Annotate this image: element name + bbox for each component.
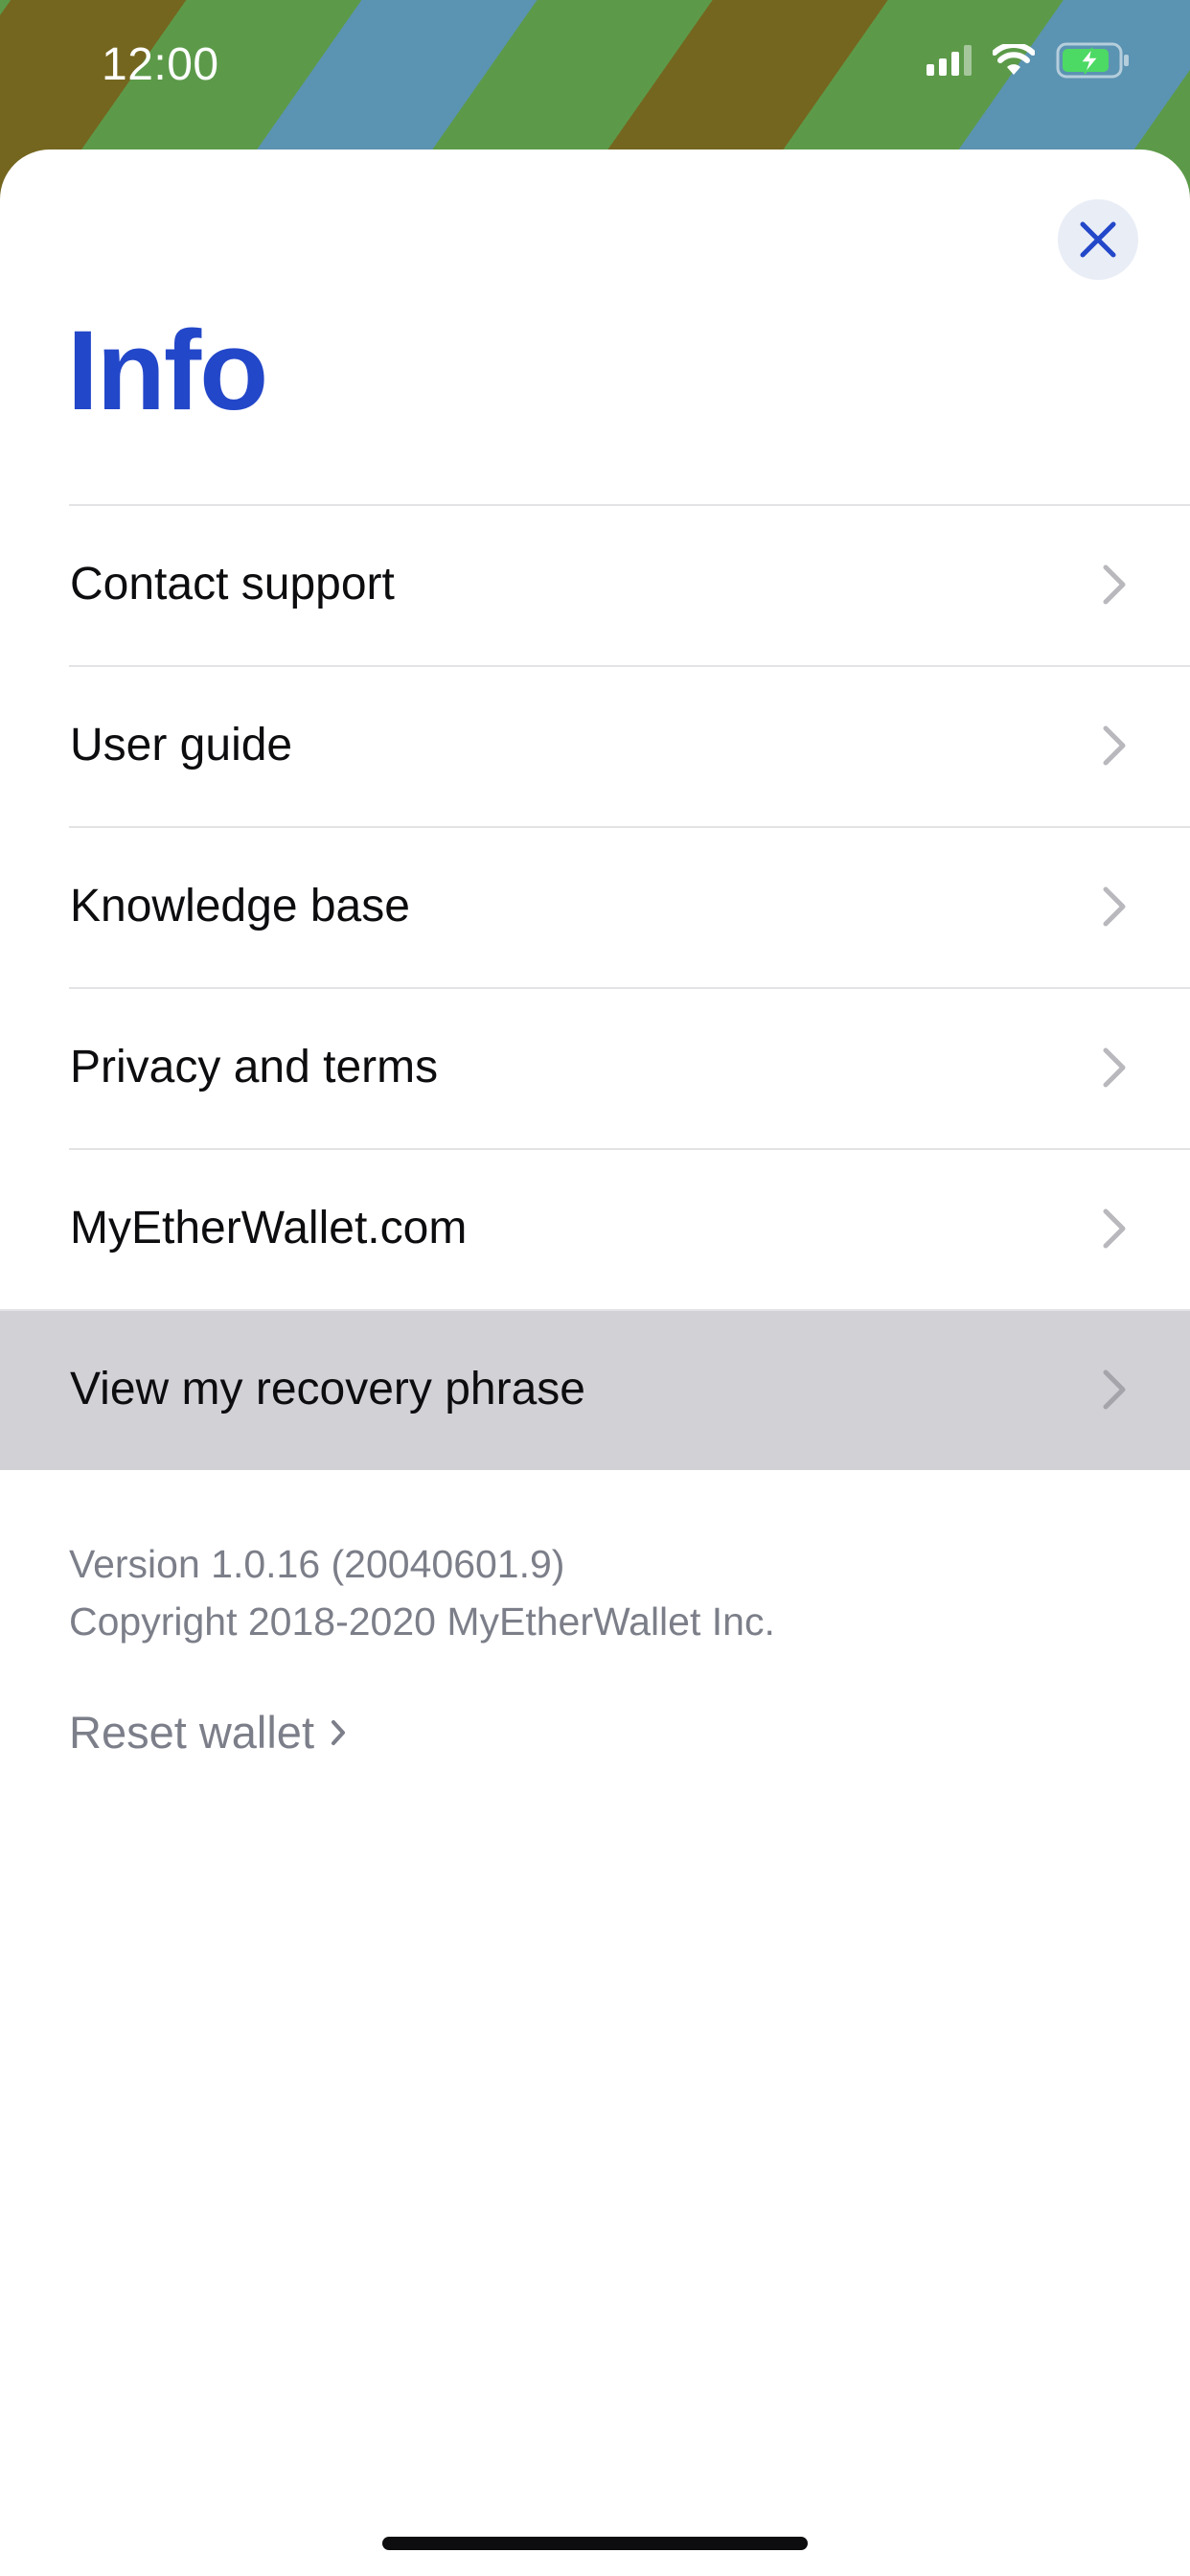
home-indicator	[382, 2537, 808, 2550]
reset-wallet-link[interactable]: Reset wallet	[69, 1706, 347, 1759]
app-info: Version 1.0.16 (20040601.9) Copyright 20…	[69, 1535, 775, 1650]
menu-item-label: Knowledge base	[70, 881, 410, 932]
info-menu-list: Contact support User guide Knowledge bas…	[0, 504, 1190, 1470]
menu-item-label: MyEtherWallet.com	[70, 1203, 468, 1254]
status-icons	[927, 42, 1133, 79]
info-sheet: Info Contact support User guide Knowledg…	[0, 150, 1190, 2576]
chevron-right-icon	[332, 1719, 345, 1745]
menu-item-myetherwallet-com[interactable]: MyEtherWallet.com	[0, 1148, 1190, 1309]
chevron-right-icon	[1103, 725, 1126, 766]
cellular-signal-icon	[927, 45, 972, 76]
chevron-right-icon	[1103, 1047, 1126, 1088]
copyright-text: Copyright 2018-2020 MyEtherWallet Inc.	[69, 1599, 775, 1644]
menu-item-label: View my recovery phrase	[70, 1364, 585, 1414]
page-title: Info	[67, 308, 268, 434]
chevron-right-icon	[1103, 886, 1126, 927]
wifi-icon	[993, 44, 1035, 75]
close-button[interactable]	[1058, 199, 1138, 280]
menu-item-contact-support[interactable]: Contact support	[0, 504, 1190, 665]
menu-item-privacy-and-terms[interactable]: Privacy and terms	[0, 987, 1190, 1148]
version-text: Version 1.0.16 (20040601.9)	[69, 1542, 565, 1586]
menu-item-label: Contact support	[70, 559, 395, 610]
reset-wallet-label: Reset wallet	[69, 1707, 314, 1758]
menu-item-user-guide[interactable]: User guide	[0, 665, 1190, 826]
screen: 12:00 Info Contact support User guide Kn…	[0, 0, 1190, 2576]
chevron-right-icon	[1103, 1208, 1126, 1249]
status-bar: 12:00	[0, 0, 1190, 134]
menu-item-knowledge-base[interactable]: Knowledge base	[0, 826, 1190, 987]
menu-item-label: User guide	[70, 720, 293, 770]
chevron-right-icon	[1103, 564, 1126, 605]
menu-item-view-recovery-phrase[interactable]: View my recovery phrase	[0, 1309, 1190, 1470]
close-icon	[1080, 221, 1116, 258]
battery-charging-icon	[1056, 42, 1129, 79]
chevron-right-icon	[1103, 1369, 1126, 1410]
status-time: 12:00	[102, 39, 219, 90]
menu-item-label: Privacy and terms	[70, 1042, 439, 1092]
